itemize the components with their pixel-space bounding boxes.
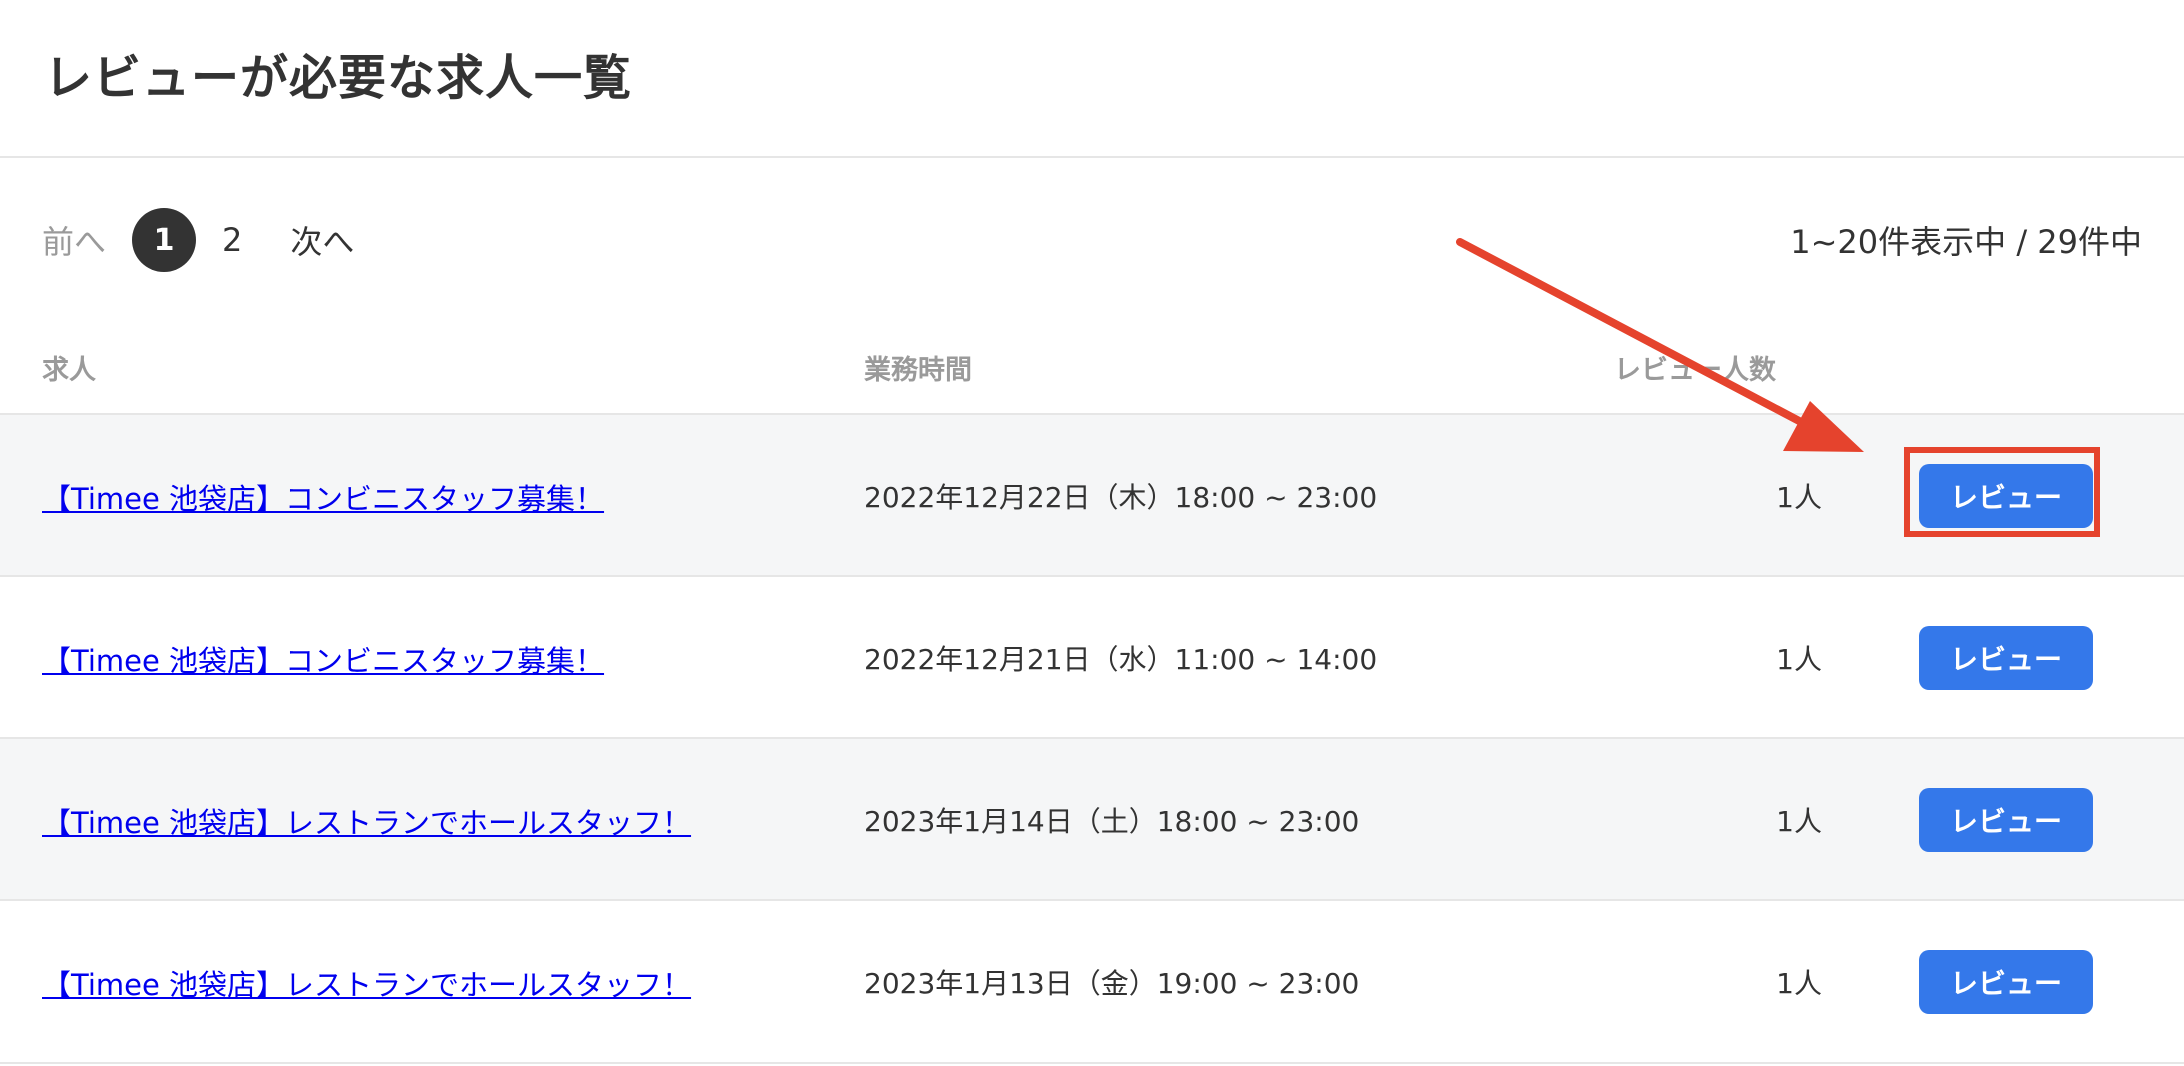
review-button[interactable]: レビュー	[1919, 950, 2093, 1014]
table-row: 【Timee 池袋店】レストランでホールスタッフ！ 2023年1月13日（金）1…	[0, 899, 2184, 1063]
reviewer-count: 1人	[1776, 967, 1822, 1000]
review-button[interactable]: レビュー	[1919, 788, 2093, 852]
job-link[interactable]: 【Timee 池袋店】コンビニスタッフ募集！	[42, 476, 604, 518]
work-time: 2023年1月13日（金）19:00 ~ 23:00	[864, 967, 1360, 1000]
pagination-page-2[interactable]: 2	[222, 221, 242, 259]
work-time: 2022年12月22日（木）18:00 ~ 23:00	[864, 481, 1378, 514]
column-header-work-time: 業務時間	[864, 355, 972, 386]
job-link[interactable]: 【Timee 池袋店】レストランでホールスタッフ！	[42, 962, 691, 1004]
work-time: 2023年1月14日（土）18:00 ~ 23:00	[864, 805, 1360, 838]
table-row: 【Timee 池袋店】レストランでホールスタッフ！ 2023年1月14日（土）1…	[0, 737, 2184, 901]
job-link[interactable]: 【Timee 池袋店】コンビニスタッフ募集！	[42, 638, 604, 680]
column-header-reviewers: レビュー人数	[1614, 355, 1776, 386]
page-header: レビューが必要な求人一覧	[0, 0, 2184, 158]
work-time: 2022年12月21日（水）11:00 ~ 14:00	[864, 643, 1378, 676]
column-header-job: 求人	[42, 355, 96, 386]
pagination-page-1[interactable]: 1	[132, 208, 197, 272]
annotation-highlight-box	[1904, 447, 2100, 537]
job-link[interactable]: 【Timee 池袋店】レストランでホールスタッフ！	[42, 800, 691, 842]
reviewer-count: 1人	[1776, 481, 1822, 514]
table-bottom-divider	[0, 1062, 2184, 1064]
page-title: レビューが必要な求人一覧	[44, 50, 633, 106]
pagination-next-link[interactable]: 次へ	[290, 217, 354, 263]
table-row: 【Timee 池袋店】コンビニスタッフ募集！ 2022年12月21日（水）11:…	[0, 575, 2184, 739]
reviewer-count: 1人	[1776, 643, 1822, 676]
pagination-prev-link[interactable]: 前へ	[42, 217, 106, 263]
pagination: 前へ 1 2 次へ	[42, 205, 354, 275]
review-button[interactable]: レビュー	[1919, 626, 2093, 690]
table-row: 【Timee 池袋店】コンビニスタッフ募集！ 2022年12月22日（木）18:…	[0, 413, 2184, 577]
reviewer-count: 1人	[1776, 805, 1822, 838]
result-count: 1~20件表示中 / 29件中	[1790, 223, 2142, 261]
